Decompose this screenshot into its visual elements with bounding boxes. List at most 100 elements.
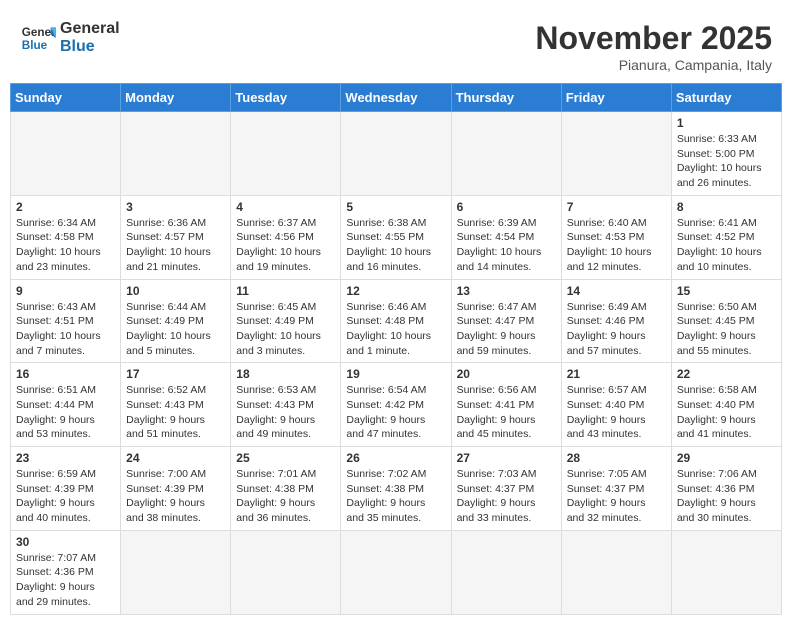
weekday-header-friday: Friday [561,84,671,112]
calendar-cell [451,112,561,196]
day-info: Sunrise: 6:49 AM Sunset: 4:46 PM Dayligh… [567,300,666,359]
day-number: 2 [16,200,115,214]
calendar-cell: 9 Sunrise: 6:43 AM Sunset: 4:51 PM Daylig… [11,279,121,363]
day-info: Sunrise: 7:00 AM Sunset: 4:39 PM Dayligh… [126,467,225,526]
calendar-week-4: 16Sunrise: 6:51 AM Sunset: 4:44 PM Dayli… [11,363,782,447]
day-info: Sunrise: 6:54 AM Sunset: 4:42 PM Dayligh… [346,383,445,442]
calendar-week-6: 30Sunrise: 7:07 AM Sunset: 4:36 PM Dayli… [11,530,782,614]
calendar-cell [341,530,451,614]
day-info: Sunrise: 6:47 AM Sunset: 4:47 PM Dayligh… [457,300,556,359]
calendar-week-2: 2 Sunrise: 6:34 AM Sunset: 4:58 PM Daylig… [11,195,782,279]
calendar-week-3: 9 Sunrise: 6:43 AM Sunset: 4:51 PM Daylig… [11,279,782,363]
calendar-cell [231,530,341,614]
day-number: 11 [236,284,335,298]
day-number: 5 [346,200,445,214]
calendar-cell: 10Sunrise: 6:44 AM Sunset: 4:49 PM Dayli… [121,279,231,363]
calendar-cell: 7 Sunrise: 6:40 AM Sunset: 4:53 PM Daylig… [561,195,671,279]
calendar-cell: 21 Sunrise: 6:57 AM Sunset: 4:40 PM Dayli… [561,363,671,447]
logo-blue: Blue [60,38,95,55]
logo-general: General [60,20,120,37]
calendar-cell: 2 Sunrise: 6:34 AM Sunset: 4:58 PM Daylig… [11,195,121,279]
calendar-cell: 13 Sunrise: 6:47 AM Sunset: 4:47 PM Dayli… [451,279,561,363]
location: Pianura, Campania, Italy [535,57,772,73]
day-info: Sunrise: 6:45 AM Sunset: 4:49 PM Dayligh… [236,300,335,359]
title-block: November 2025 Pianura, Campania, Italy [535,20,772,73]
calendar-cell: 27 Sunrise: 7:03 AM Sunset: 4:37 PM Dayli… [451,447,561,531]
calendar-cell: 8Sunrise: 6:41 AM Sunset: 4:52 PM Daylig… [671,195,781,279]
day-info: Sunrise: 6:38 AM Sunset: 4:55 PM Dayligh… [346,216,445,275]
day-info: Sunrise: 6:37 AM Sunset: 4:56 PM Dayligh… [236,216,335,275]
calendar-week-5: 23 Sunrise: 6:59 AM Sunset: 4:39 PM Dayli… [11,447,782,531]
calendar-cell: 11 Sunrise: 6:45 AM Sunset: 4:49 PM Dayli… [231,279,341,363]
day-info: Sunrise: 6:53 AM Sunset: 4:43 PM Dayligh… [236,383,335,442]
day-number: 13 [457,284,556,298]
day-number: 24 [126,451,225,465]
day-number: 8 [677,200,776,214]
svg-text:Blue: Blue [22,39,48,52]
day-info: Sunrise: 6:51 AM Sunset: 4:44 PM Dayligh… [16,383,115,442]
calendar-cell: 22Sunrise: 6:58 AM Sunset: 4:40 PM Dayli… [671,363,781,447]
day-number: 18 [236,367,335,381]
day-number: 3 [126,200,225,214]
weekday-header-saturday: Saturday [671,84,781,112]
calendar-cell [121,112,231,196]
weekday-header-wednesday: Wednesday [341,84,451,112]
calendar-week-1: 1 Sunrise: 6:33 AM Sunset: 5:00 PM Daylig… [11,112,782,196]
day-number: 25 [236,451,335,465]
day-info: Sunrise: 6:36 AM Sunset: 4:57 PM Dayligh… [126,216,225,275]
calendar-cell: 12Sunrise: 6:46 AM Sunset: 4:48 PM Dayli… [341,279,451,363]
calendar-cell [341,112,451,196]
day-info: Sunrise: 6:33 AM Sunset: 5:00 PM Dayligh… [677,132,776,191]
day-number: 10 [126,284,225,298]
day-info: Sunrise: 6:34 AM Sunset: 4:58 PM Dayligh… [16,216,115,275]
day-number: 19 [346,367,445,381]
calendar-cell: 17 Sunrise: 6:52 AM Sunset: 4:43 PM Dayli… [121,363,231,447]
day-info: Sunrise: 7:03 AM Sunset: 4:37 PM Dayligh… [457,467,556,526]
day-info: Sunrise: 6:43 AM Sunset: 4:51 PM Dayligh… [16,300,115,359]
day-number: 21 [567,367,666,381]
day-number: 17 [126,367,225,381]
day-number: 20 [457,367,556,381]
day-number: 27 [457,451,556,465]
calendar-cell: 23 Sunrise: 6:59 AM Sunset: 4:39 PM Dayli… [11,447,121,531]
day-number: 15 [677,284,776,298]
month-title: November 2025 [535,20,772,57]
calendar-cell [231,112,341,196]
weekday-header-thursday: Thursday [451,84,561,112]
day-info: Sunrise: 6:57 AM Sunset: 4:40 PM Dayligh… [567,383,666,442]
day-number: 29 [677,451,776,465]
day-number: 7 [567,200,666,214]
day-number: 1 [677,116,776,130]
day-number: 26 [346,451,445,465]
day-info: Sunrise: 7:06 AM Sunset: 4:36 PM Dayligh… [677,467,776,526]
weekday-header-tuesday: Tuesday [231,84,341,112]
calendar-cell: 3 Sunrise: 6:36 AM Sunset: 4:57 PM Daylig… [121,195,231,279]
calendar-cell: 19 Sunrise: 6:54 AM Sunset: 4:42 PM Dayli… [341,363,451,447]
day-info: Sunrise: 6:59 AM Sunset: 4:39 PM Dayligh… [16,467,115,526]
calendar-cell: 26Sunrise: 7:02 AM Sunset: 4:38 PM Dayli… [341,447,451,531]
calendar-cell [561,530,671,614]
calendar-cell: 28Sunrise: 7:05 AM Sunset: 4:37 PM Dayli… [561,447,671,531]
day-info: Sunrise: 7:01 AM Sunset: 4:38 PM Dayligh… [236,467,335,526]
day-number: 6 [457,200,556,214]
day-number: 28 [567,451,666,465]
calendar-cell [671,530,781,614]
calendar-cell [561,112,671,196]
calendar-cell [121,530,231,614]
day-number: 23 [16,451,115,465]
calendar-cell: 16Sunrise: 6:51 AM Sunset: 4:44 PM Dayli… [11,363,121,447]
calendar-cell: 20Sunrise: 6:56 AM Sunset: 4:41 PM Dayli… [451,363,561,447]
calendar-cell: 6Sunrise: 6:39 AM Sunset: 4:54 PM Daylig… [451,195,561,279]
calendar-header: SundayMondayTuesdayWednesdayThursdayFrid… [11,84,782,112]
calendar-cell: 25 Sunrise: 7:01 AM Sunset: 4:38 PM Dayli… [231,447,341,531]
calendar-cell [451,530,561,614]
day-info: Sunrise: 6:52 AM Sunset: 4:43 PM Dayligh… [126,383,225,442]
day-number: 9 [16,284,115,298]
calendar-cell: 4Sunrise: 6:37 AM Sunset: 4:56 PM Daylig… [231,195,341,279]
day-info: Sunrise: 6:46 AM Sunset: 4:48 PM Dayligh… [346,300,445,359]
day-info: Sunrise: 6:40 AM Sunset: 4:53 PM Dayligh… [567,216,666,275]
day-info: Sunrise: 6:50 AM Sunset: 4:45 PM Dayligh… [677,300,776,359]
day-number: 30 [16,535,115,549]
logo: General Blue General Blue [20,20,120,56]
calendar: SundayMondayTuesdayWednesdayThursdayFrid… [10,83,782,615]
